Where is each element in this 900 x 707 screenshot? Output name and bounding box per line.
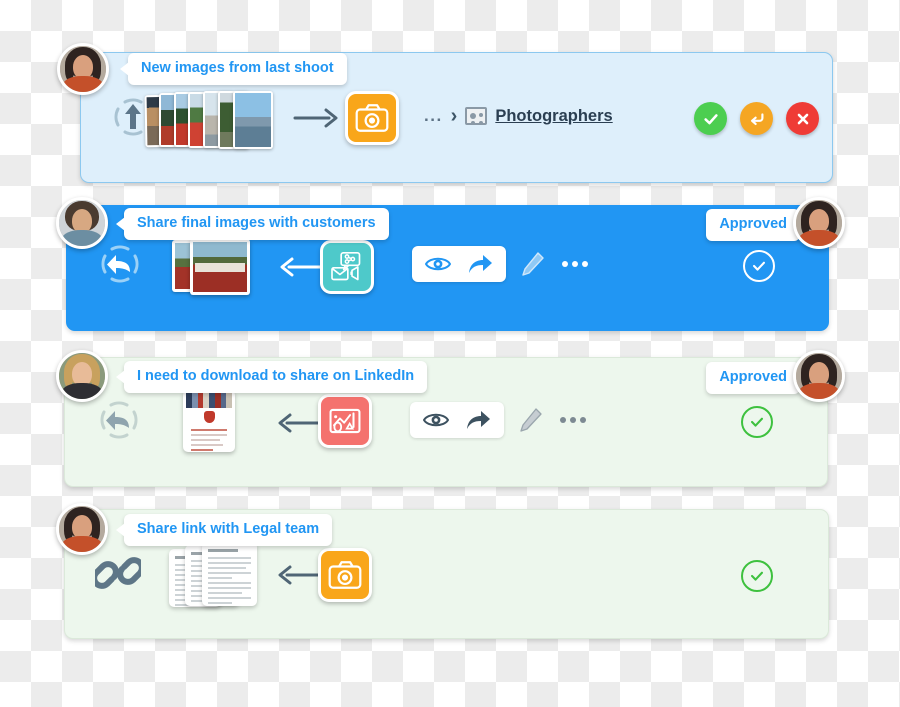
document-page — [202, 542, 257, 606]
destination-breadcrumb[interactable]: ... › Photographers — [424, 106, 613, 126]
status-check-icon — [741, 560, 773, 592]
close-icon — [797, 113, 808, 124]
reply-circle-icon — [91, 392, 147, 448]
callout-card-1: New images from last shoot — [120, 53, 347, 85]
eye-icon — [423, 413, 449, 427]
group-icon — [465, 107, 488, 125]
camera-app-icon[interactable] — [345, 91, 399, 145]
arrow-left-icon — [277, 562, 323, 588]
check-circle-icon — [753, 261, 765, 271]
newsletter-document-thumbnail[interactable] — [183, 390, 235, 452]
pencil-icon — [520, 408, 542, 432]
item-actions-toolbar[interactable] — [412, 246, 588, 282]
reply-arrow-icon — [750, 112, 763, 125]
status-badge-card-2: Approved — [706, 209, 808, 241]
check-circle-icon — [751, 417, 763, 427]
avatar-approver-2[interactable] — [793, 197, 845, 249]
secondary-actions[interactable] — [520, 408, 586, 432]
breadcrumb-ellipsis: ... — [424, 106, 443, 125]
avatar-approver-3[interactable] — [793, 350, 845, 402]
approve-button[interactable] — [694, 102, 727, 135]
avatar-requester-2[interactable] — [56, 197, 108, 249]
reject-button[interactable] — [786, 102, 819, 135]
more-options-icon[interactable] — [560, 417, 586, 423]
share-email-megaphone-app-icon[interactable] — [320, 240, 374, 294]
status-check-icon — [743, 250, 775, 282]
document-stack-thumbnail[interactable] — [169, 540, 257, 610]
arrow-left-icon — [279, 254, 325, 280]
poppy-field-photo-thumbnail[interactable] — [172, 239, 250, 295]
pencil-icon — [522, 252, 544, 276]
photo-stack-thumbnail[interactable] — [144, 89, 273, 153]
newsletter-header-band — [186, 393, 232, 408]
avatar-requester-3[interactable] — [56, 350, 108, 402]
reply-button[interactable] — [740, 102, 773, 135]
primary-actions-pill[interactable] — [410, 402, 504, 438]
camera-app-icon[interactable] — [318, 548, 372, 602]
avatar-requester-4[interactable] — [56, 503, 108, 555]
chevron-right-icon: › — [450, 105, 458, 127]
arrow-left-icon — [277, 410, 323, 436]
share-arrow-icon — [469, 255, 492, 273]
item-actions-toolbar[interactable] — [410, 402, 586, 438]
chart-app-icon[interactable] — [318, 394, 372, 448]
check-circle-icon — [751, 571, 763, 581]
avatar-requester-1[interactable] — [57, 43, 109, 95]
share-arrow-icon — [467, 411, 490, 429]
crest-graphic — [203, 410, 215, 423]
more-options-icon[interactable] — [562, 261, 588, 267]
newsletter-text-lines — [186, 425, 232, 452]
callout-card-4: Share link with Legal team — [115, 514, 333, 546]
link-chain-icon — [95, 550, 141, 596]
destination-label[interactable]: Photographers — [495, 107, 612, 126]
callout-card-2: Share final images with customers — [116, 208, 389, 240]
status-check-icon — [741, 406, 773, 438]
check-icon — [703, 113, 718, 124]
secondary-actions[interactable] — [522, 252, 588, 276]
status-badge-card-3: Approved — [706, 362, 808, 394]
arrow-right-icon — [293, 105, 339, 131]
callout-card-3: I need to download to share on LinkedIn — [115, 361, 428, 393]
primary-actions-pill[interactable] — [412, 246, 506, 282]
eye-icon — [425, 257, 451, 271]
workflow-stage: ... › Photographers New images from last… — [0, 0, 900, 707]
